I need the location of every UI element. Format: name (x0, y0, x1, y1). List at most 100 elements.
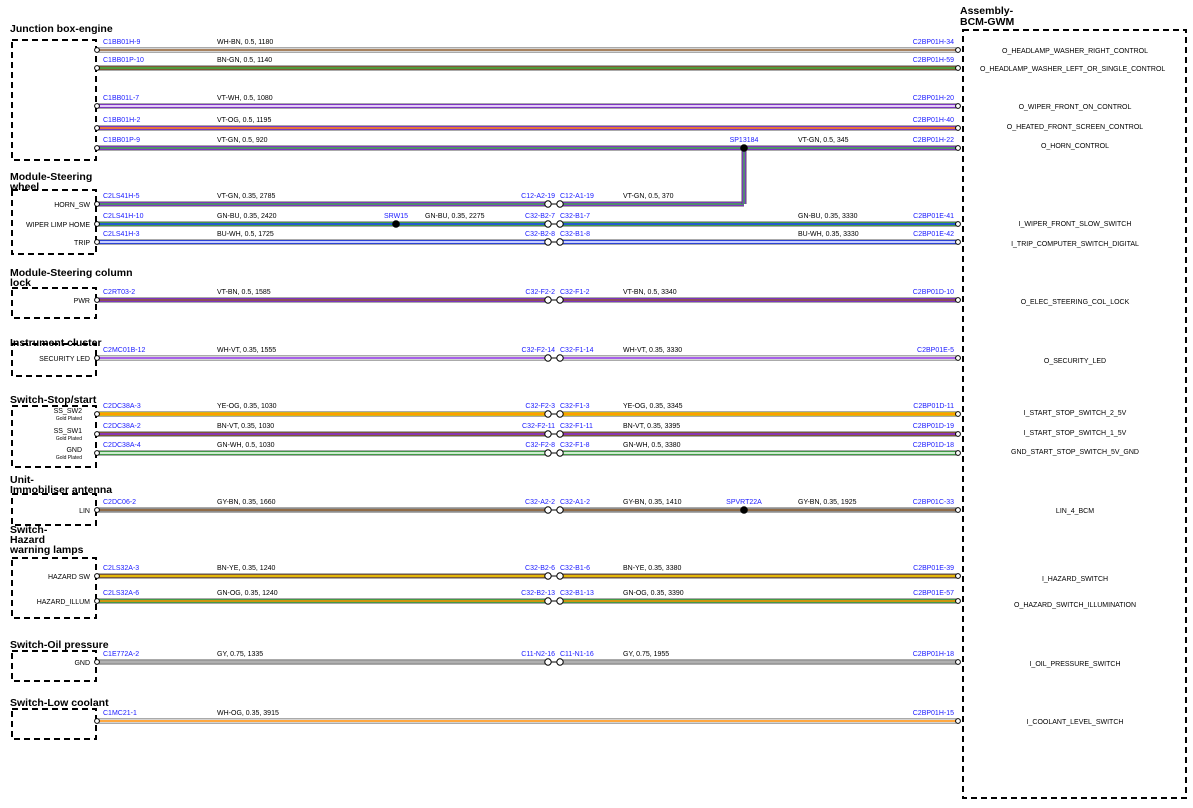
module-box (11, 708, 97, 740)
inline-connector (556, 658, 564, 666)
wire-spec-mid: GN-BU, 0.35, 2275 (425, 213, 485, 220)
signal-label: I_TRIP_COMPUTER_SWITCH_DIGITAL (1011, 241, 1139, 248)
wire-spec-2: VT-GN, 0.5, 345 (798, 137, 849, 144)
from-connector: C1BB01L-7 (103, 95, 139, 102)
inline-connector-left: C32-F2-11 (522, 423, 555, 430)
module-title: Switch-Stop/start (10, 394, 97, 406)
signal-label: O_HAZARD_SWITCH_ILLUMINATION (1014, 602, 1136, 609)
terminal-pin (94, 201, 100, 207)
terminal-pin (94, 239, 100, 245)
from-connector: C1BB01P-10 (103, 57, 144, 64)
inline-connector (556, 506, 564, 514)
terminal-pin (94, 355, 100, 361)
inline-connector (544, 430, 552, 438)
terminal-pin (955, 47, 961, 53)
wire-spec: WH-OG, 0.35, 3915 (217, 710, 279, 717)
module-box (11, 557, 97, 619)
signal-label: O_WIPER_FRONT_ON_CONTROL (1019, 104, 1132, 111)
from-connector: C2LS32A-6 (103, 590, 139, 597)
wire-spec: GY-BN, 0.35, 1660 (217, 499, 276, 506)
terminal-pin (955, 65, 961, 71)
inline-connector (544, 220, 552, 228)
inline-connector-left: C32-F2-8 (525, 442, 555, 449)
inline-connector-right: C32-F1-14 (560, 347, 594, 354)
inline-connector (544, 238, 552, 246)
from-connector: C1MC21-1 (103, 710, 137, 717)
inline-connector-right: C32-F1-8 (560, 442, 590, 449)
signal-label: O_HEADLAMP_WASHER_RIGHT_CONTROL (1002, 48, 1148, 55)
from-connector: C2DC38A-3 (103, 403, 141, 410)
splice-label: SP13184 (730, 137, 759, 144)
splice-label: SRW15 (384, 213, 408, 220)
from-connector: C1BB01H-9 (103, 39, 140, 46)
module-box (11, 39, 97, 161)
module-box (11, 405, 97, 468)
inline-connector-right: C32-F1-2 (560, 289, 590, 296)
terminal-pin (955, 659, 961, 665)
module-title: warning lamps (9, 544, 84, 556)
module-title: Junction box-engine (10, 23, 113, 35)
inline-connector (544, 597, 552, 605)
from-connector: C2DC06-2 (103, 499, 136, 506)
pin-label: LIN (79, 508, 90, 515)
from-connector: C1BB01P-9 (103, 137, 140, 144)
inline-connector (556, 430, 564, 438)
signal-label: O_HEADLAMP_WASHER_LEFT_OR_SINGLE_CONTROL (980, 66, 1165, 73)
inline-connector-right: C12-A1-19 (560, 193, 594, 200)
wire-spec: BN-VT, 0.35, 1030 (217, 423, 274, 430)
inline-connector (556, 200, 564, 208)
inline-connector (544, 410, 552, 418)
to-connector: C2BP01E-57 (913, 590, 954, 597)
signal-label: O_ELEC_STEERING_COL_LOCK (1021, 299, 1130, 306)
inline-connector (544, 354, 552, 362)
signal-label: I_COOLANT_LEVEL_SWITCH (1027, 719, 1124, 726)
signal-label: I_START_STOP_SWITCH_2_5V (1024, 410, 1127, 417)
terminal-pin (94, 47, 100, 53)
terminal-pin (94, 221, 100, 227)
terminal-pin (955, 431, 961, 437)
wire-spec: VT-OG, 0.5, 1195 (217, 117, 271, 124)
pin-label: GND (66, 447, 82, 454)
inline-connector-left: C32-B2-8 (525, 231, 555, 238)
inline-connector-right: C32-B1-8 (560, 231, 590, 238)
terminal-pin (94, 65, 100, 71)
inline-connector (556, 410, 564, 418)
pin-sublabel: Gold Plated (56, 416, 82, 422)
splice-label: SPVRT22A (726, 499, 762, 506)
wire-spec-2: BN-YE, 0.35, 3380 (623, 565, 681, 572)
inline-connector (556, 597, 564, 605)
wire-spec: YE-OG, 0.35, 1030 (217, 403, 277, 410)
terminal-pin (955, 598, 961, 604)
terminal-pin (955, 239, 961, 245)
wire-spec: BN-GN, 0.5, 1140 (217, 57, 272, 64)
wire-spec: VT-GN, 0.5, 920 (217, 137, 268, 144)
terminal-pin (955, 297, 961, 303)
terminal-pin (955, 450, 961, 456)
terminal-pin (955, 507, 961, 513)
terminal-pin (955, 125, 961, 131)
wire-spec-2: BU-WH, 0.35, 3330 (798, 231, 859, 238)
wire-spec: GN-OG, 0.35, 1240 (217, 590, 278, 597)
pin-label: HAZARD_ILLUM (37, 599, 90, 606)
from-connector: C1BB01H-2 (103, 117, 140, 124)
to-connector: C2BP01H-40 (913, 117, 954, 124)
pin-label: TRIP (74, 240, 90, 247)
module-title: Switch-Low coolant (10, 697, 109, 709)
wire-spec-2: BN-VT, 0.35, 3395 (623, 423, 680, 430)
pin-sublabel: Gold Plated (56, 455, 82, 461)
wire-spec: VT-GN, 0.35, 2785 (217, 193, 275, 200)
to-connector: C2BP01H-18 (913, 651, 954, 658)
wire-spec-2: WH-VT, 0.35, 3330 (623, 347, 682, 354)
wire-spec: BU-WH, 0.5, 1725 (217, 231, 274, 238)
pin-label: SS_SW2 (54, 408, 83, 415)
inline-connector (544, 658, 552, 666)
to-connector: C2BP01D-11 (913, 403, 954, 410)
signal-label: I_START_STOP_SWITCH_1_5V (1024, 430, 1127, 437)
terminal-pin (94, 297, 100, 303)
inline-connector-left: C32-A2-2 (525, 499, 555, 506)
inline-connector (544, 200, 552, 208)
wire-spec-2: GN-WH, 0.5, 3380 (623, 442, 681, 449)
terminal-pin (94, 431, 100, 437)
wire-spec: GY, 0.75, 1335 (217, 651, 263, 658)
terminal-pin (94, 659, 100, 665)
